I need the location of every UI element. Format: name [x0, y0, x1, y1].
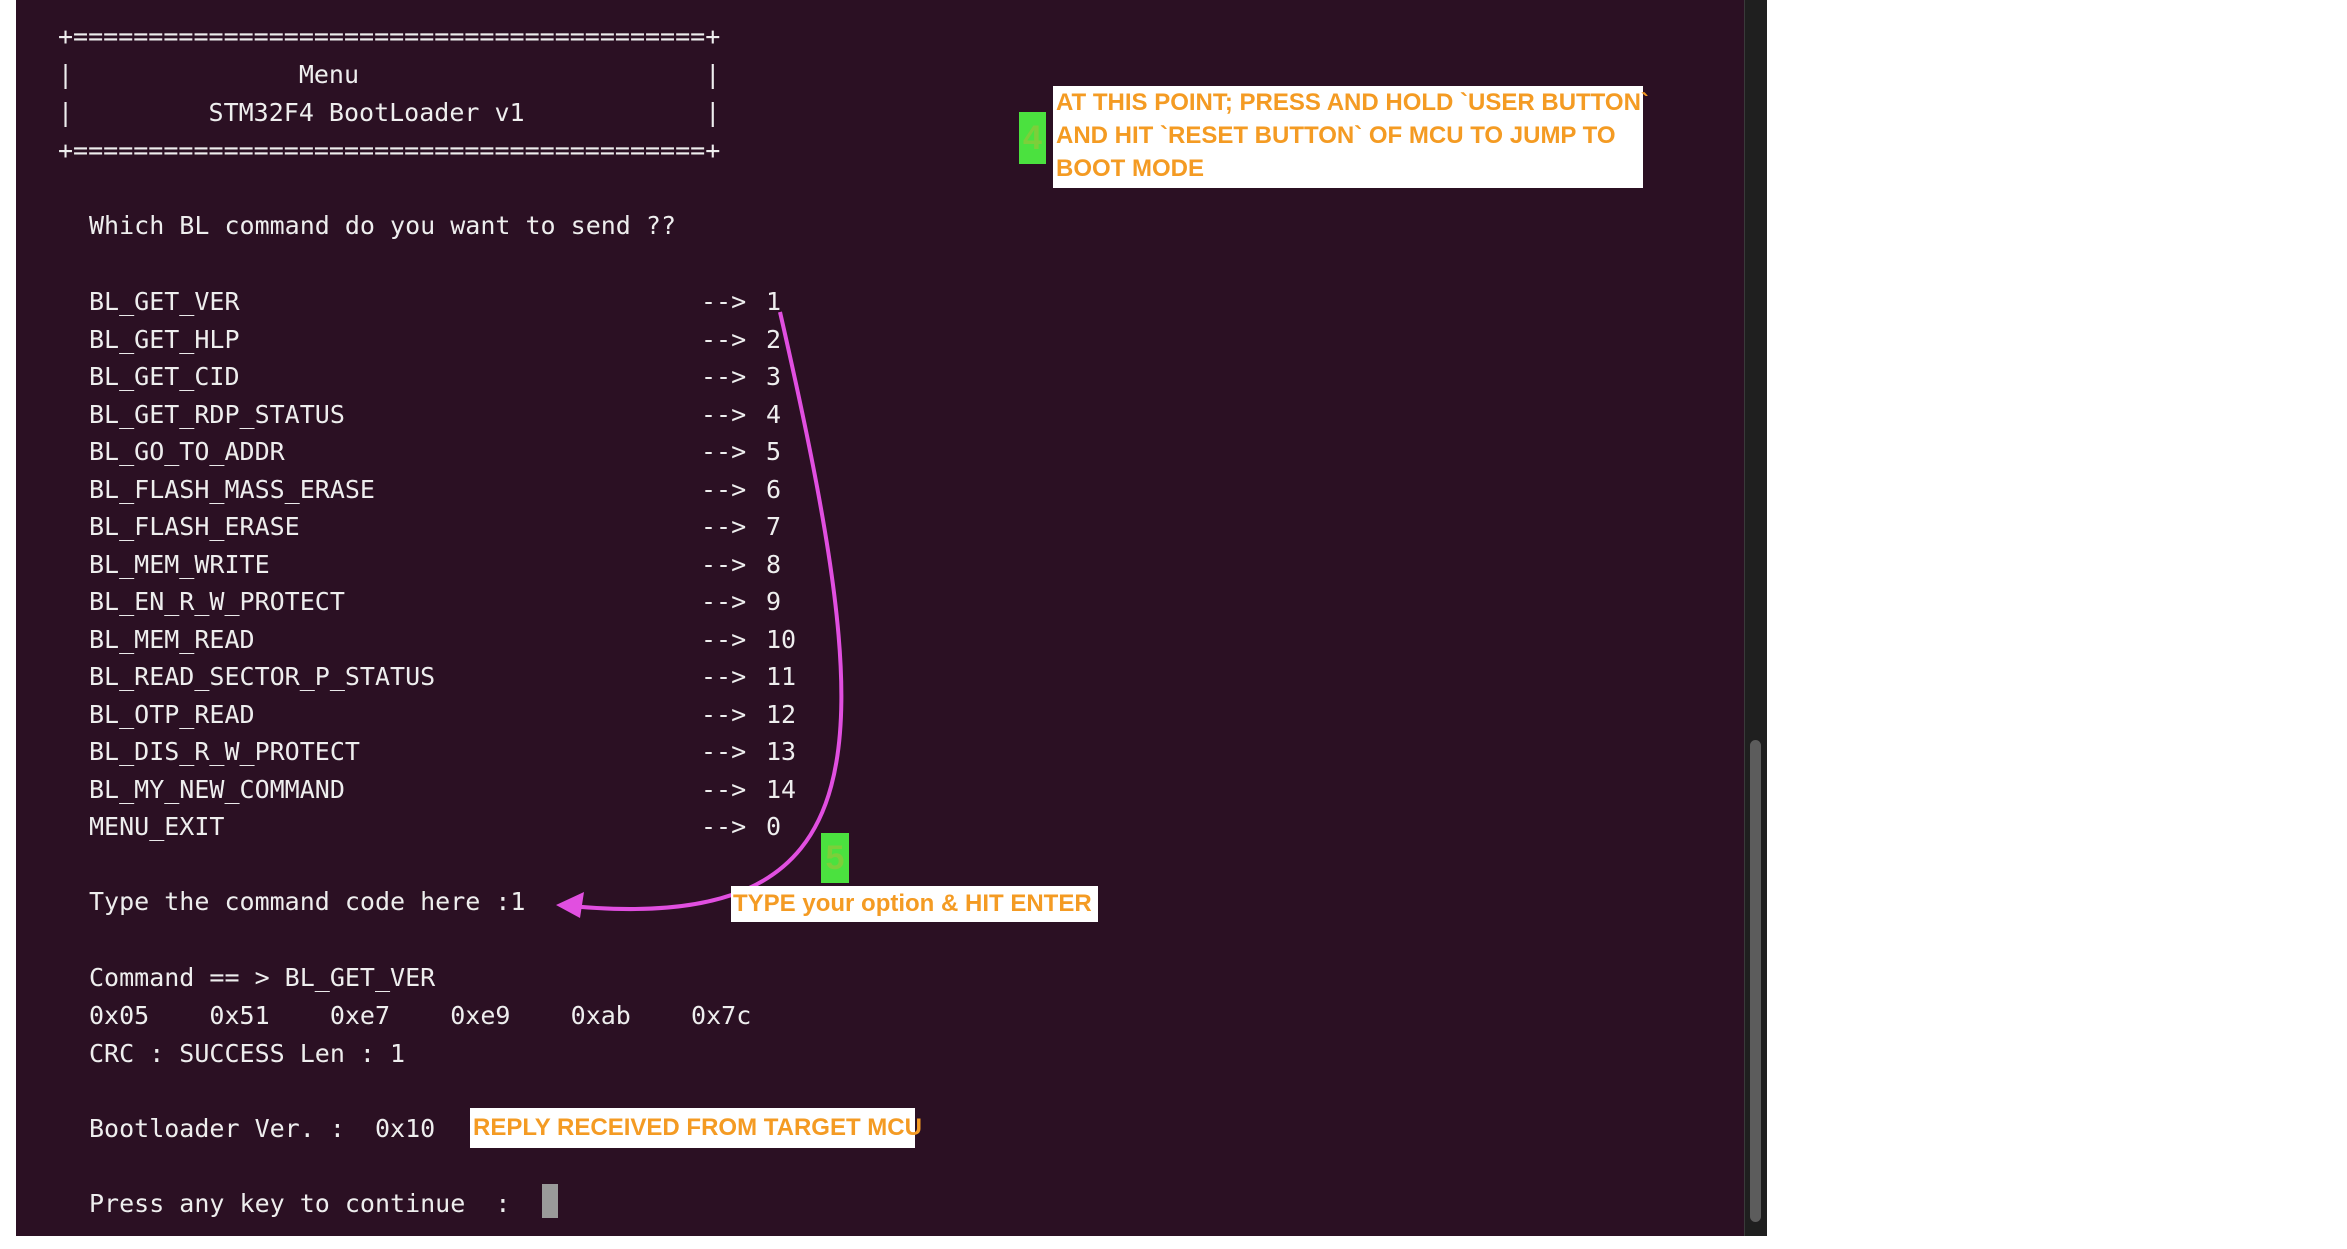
step-5-note: TYPE your option & HIT ENTER: [731, 886, 1098, 922]
step-4-note: AT THIS POINT; PRESS AND HOLD `USER BUTT…: [1053, 86, 1649, 188]
step-5-badge: 5: [821, 833, 849, 883]
step-4-badge: 4: [1019, 112, 1046, 164]
reply-received-note: REPLY RECEIVED FROM TARGET MCU: [470, 1108, 922, 1148]
arrow-head-icon: [556, 892, 584, 918]
